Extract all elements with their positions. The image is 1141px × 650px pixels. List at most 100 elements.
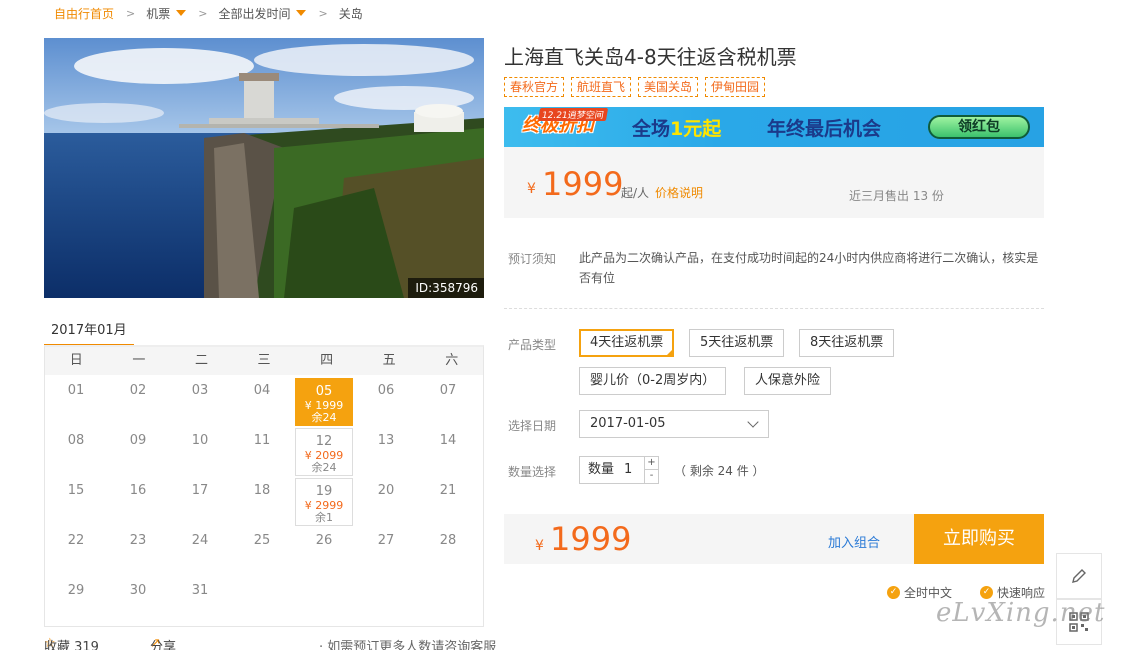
group-booking-note: · 如需预订更多人数请咨询客服	[319, 640, 497, 650]
weekday-label: 六	[445, 353, 459, 368]
divider	[504, 308, 1044, 309]
calendar-day-available[interactable]: 19 ¥ 2999 余1	[295, 478, 353, 526]
calendar-day: 15	[47, 478, 105, 526]
breadcrumb-departure-dropdown[interactable]: 全部出发时间	[218, 5, 307, 22]
chevron-down-icon	[747, 416, 759, 428]
calendar-day-number: 15	[67, 483, 85, 498]
product-tag[interactable]: 航班直飞	[571, 77, 632, 97]
calendar-month-tab[interactable]: 2017年01月	[44, 312, 134, 347]
type-option-8day[interactable]: 8天往返机票	[799, 329, 895, 357]
calendar-day-number: 23	[129, 533, 147, 548]
promo-banner[interactable]: 终极折扣 12.21逍梦空间 全场1元起 年终最后机会 领红包	[504, 107, 1044, 147]
weekday-label: 三	[257, 353, 271, 368]
check-icon: ✓	[887, 586, 900, 599]
weekday-label: 二	[194, 353, 208, 368]
notice-text: 此产品为二次确认产品，在支付成功时间起的24小时内供应商将进行二次确认，核实是否…	[579, 251, 1039, 285]
price-currency: ¥	[527, 181, 536, 197]
calendar-day-number: 19	[315, 484, 333, 499]
calendar-day: 25	[233, 528, 291, 576]
calendar-day-number: 02	[129, 383, 147, 398]
quantity-stepper: 数量 1 + -	[579, 456, 659, 484]
calendar-day-number: 27	[377, 533, 395, 548]
breadcrumb-separator-icon: >	[126, 6, 136, 20]
quantity-plus-button[interactable]: +	[644, 457, 658, 470]
breadcrumb-home-link[interactable]: 自由行首页	[54, 5, 114, 22]
calendar-day-number: 18	[253, 483, 271, 498]
calendar-day-number: 21	[439, 483, 457, 498]
calendar-day: 09	[109, 428, 167, 476]
calendar-day: 24	[171, 528, 229, 576]
product-tags: 春秋官方 航班直飞 美国关岛 伊甸田园	[504, 77, 766, 97]
product-tag[interactable]: 春秋官方	[504, 77, 565, 97]
calendar-day-remaining: 余24	[311, 461, 337, 474]
calendar-day-number: 16	[129, 483, 147, 498]
calendar-day: 29	[47, 578, 105, 626]
calendar-day: 27	[357, 528, 415, 576]
calendar-day-number: 29	[67, 583, 85, 598]
promo-last-chance: 年终最后机会	[767, 118, 882, 140]
share-label: 分享	[150, 640, 177, 650]
calendar-day: 17	[171, 478, 229, 526]
type-option-infant[interactable]: 婴儿价（0-2周岁内）	[579, 367, 727, 395]
calendar-day-number: 09	[129, 433, 147, 448]
calendar-day-number: 31	[191, 583, 209, 598]
feedback-edit-button[interactable]	[1056, 553, 1102, 599]
calendar-day-number: 11	[253, 433, 271, 448]
calendar-day: 08	[47, 428, 105, 476]
type-option-insurance[interactable]: 人保意外险	[744, 367, 832, 395]
add-combo-link[interactable]: 加入组合	[828, 532, 880, 551]
calendar-day: 30	[109, 578, 167, 626]
quantity-label: 数量选择	[508, 465, 557, 479]
promo-badge: 12.21逍梦空间	[537, 108, 608, 121]
calendar-day-number: 14	[439, 433, 457, 448]
caret-down-icon	[296, 10, 307, 16]
breadcrumb: 自由行首页 > 机票 > 全部出发时间 > 关岛	[54, 4, 363, 22]
weekday-label: 日	[69, 353, 83, 368]
calendar-day: 11	[233, 428, 291, 476]
price-box: ¥ 1999 起/人 价格说明 近三月售出 13 份	[504, 147, 1044, 218]
calendar-day: 21	[419, 478, 477, 526]
product-tag[interactable]: 美国关岛	[638, 77, 699, 97]
breadcrumb-separator-icon: >	[318, 6, 328, 20]
product-tag[interactable]: 伊甸田园	[705, 77, 766, 97]
weekday-label: 四	[320, 353, 334, 368]
calendar-day: 10	[171, 428, 229, 476]
calendar-day: 04	[233, 378, 291, 426]
buy-bar: ¥ 1999 加入组合 立即购买	[504, 514, 1044, 564]
caret-down-icon	[176, 10, 187, 16]
price-unit: 起/人	[621, 186, 650, 200]
calendar-day: 28	[419, 528, 477, 576]
calendar-day: 22	[47, 528, 105, 576]
promo-offer-prefix: 全场	[632, 118, 671, 140]
date-select[interactable]: 2017-01-05	[579, 410, 769, 438]
photo-id-label: ID:358796	[408, 278, 484, 298]
calendar-day-number: 26	[315, 533, 333, 548]
type-option-4day[interactable]: 4天往返机票	[579, 329, 675, 357]
breadcrumb-flights-dropdown[interactable]: 机票	[146, 5, 187, 22]
type-option-5day[interactable]: 5天往返机票	[689, 329, 785, 357]
departure-calendar: 日 一 二 三 四 五 六 01 02 03 04 05 ¥ 1999 余24 06 07 08 0…	[44, 345, 484, 627]
price-explain-link[interactable]: 价格说明	[655, 184, 703, 201]
quantity-minus-button[interactable]: -	[644, 470, 658, 483]
red-packet-button[interactable]: 领红包	[928, 115, 1030, 139]
calendar-day-number: 28	[439, 533, 457, 548]
total-currency: ¥	[535, 538, 544, 554]
calendar-day-available[interactable]: 12 ¥ 2099 余24	[295, 428, 353, 476]
calendar-day-remaining: 余1	[315, 511, 333, 524]
notice-label: 预订须知	[508, 252, 557, 266]
calendar-day: 13	[357, 428, 415, 476]
calendar-day-number: 06	[377, 383, 395, 398]
watermark: eLvXing.net	[936, 598, 1106, 628]
calendar-day-available[interactable]: 05 ¥ 1999 余24	[295, 378, 353, 426]
breadcrumb-current: 关岛	[338, 6, 363, 21]
calendar-day: 16	[109, 478, 167, 526]
calendar-day-number: 05	[315, 384, 333, 399]
quantity-value[interactable]: 1	[624, 457, 632, 483]
weekday-label: 五	[382, 353, 396, 368]
calendar-day: 14	[419, 428, 477, 476]
calendar-day-number: 03	[191, 383, 209, 398]
calendar-day: 07	[419, 378, 477, 426]
weekday-label: 一	[132, 353, 146, 368]
buy-now-button[interactable]: 立即购买	[914, 514, 1044, 564]
calendar-day-number: 17	[191, 483, 209, 498]
